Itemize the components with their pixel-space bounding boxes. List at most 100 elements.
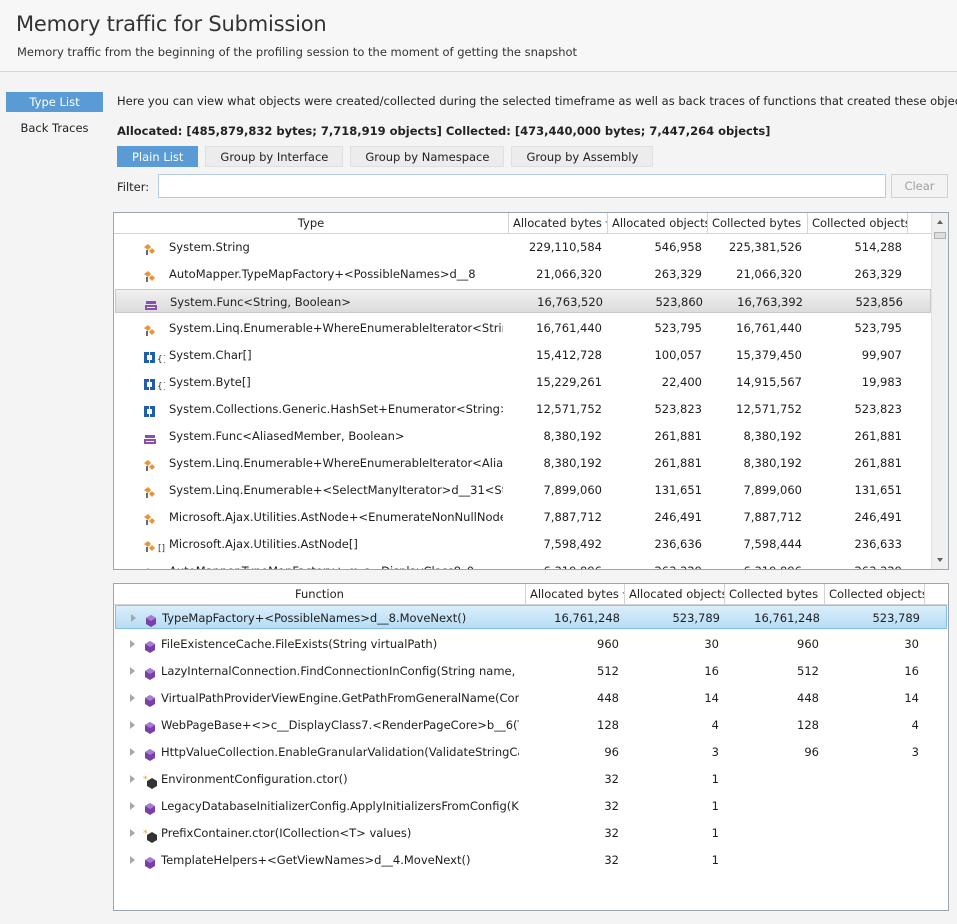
function-row[interactable]: HttpValueCollection.EnableGranularValida… bbox=[115, 740, 947, 764]
type-row[interactable]: System.Func<AliasedMember, Boolean> 8,380… bbox=[115, 424, 931, 448]
svg-text:{}: {} bbox=[157, 355, 165, 365]
type-grid-header: Type Allocated bytes Allocated objects C… bbox=[114, 213, 948, 234]
type-row[interactable]: {} System.Byte[] 15,229,261 22,400 14,915,56… bbox=[115, 370, 931, 394]
tab-group-by-assembly[interactable]: Group by Assembly bbox=[511, 146, 654, 167]
type-row[interactable]: System.String 229,110,584 546,958 225,381,5… bbox=[115, 235, 931, 259]
expand-arrow-icon[interactable] bbox=[130, 721, 135, 729]
type-row[interactable]: System.Linq.Enumerable+<SelectManyIterat… bbox=[115, 478, 931, 502]
type-ab-cell: 8,380,192 bbox=[543, 456, 602, 470]
type-name: Microsoft.Ajax.Utilities.AstNode[] bbox=[169, 537, 358, 551]
type-grid-scrollbar[interactable] bbox=[931, 213, 948, 569]
type-ab-cell: 6,319,896 bbox=[509, 559, 602, 569]
scroll-thumb[interactable] bbox=[934, 232, 946, 239]
function-cb-cell bbox=[725, 848, 819, 872]
function-cb-cell bbox=[725, 821, 819, 845]
column-header-allocated-bytes[interactable]: Allocated bytes bbox=[509, 213, 608, 234]
column-header-collected-bytes[interactable]: Collected bytes bbox=[708, 213, 808, 234]
function-row[interactable]: LazyInternalConnection.FindConnectionInC… bbox=[115, 659, 947, 683]
type-cb-cell: 15,379,450 bbox=[736, 348, 802, 362]
type-row[interactable]: {} System.Char[] 15,412,728 100,057 15,379,4… bbox=[115, 343, 931, 367]
class-icon bbox=[143, 268, 155, 282]
function-ab-cell: 960 bbox=[597, 637, 619, 651]
type-row[interactable]: System.Linq.Enumerable+WhereEnumerableIt… bbox=[115, 451, 931, 475]
type-name: AutoMapper.TypeMapFactory+<>c__DisplayCl… bbox=[169, 559, 503, 569]
function-row[interactable]: FileExistenceCache.FileExists(String vir… bbox=[115, 632, 947, 656]
function-row[interactable]: * PrefixContainer.ctor(ICollection<T> val… bbox=[115, 821, 947, 845]
column-header-allocated-bytes[interactable]: Allocated bytes bbox=[526, 584, 625, 605]
tab-group-by-namespace[interactable]: Group by Namespace bbox=[350, 146, 505, 167]
filter-label: Filter: bbox=[117, 180, 150, 194]
expand-arrow-icon[interactable] bbox=[130, 829, 135, 837]
method-icon bbox=[143, 638, 155, 653]
type-co-cell: 523,823 bbox=[854, 402, 902, 416]
function-ao-cell: 1 bbox=[711, 826, 719, 840]
view-sidebar: Type List Back Traces bbox=[0, 92, 104, 144]
function-ao-cell: 1 bbox=[711, 772, 719, 786]
expand-arrow-icon[interactable] bbox=[130, 748, 135, 756]
type-co-cell: 246,491 bbox=[854, 510, 902, 524]
type-co-cell: 236,633 bbox=[854, 537, 902, 551]
function-name: LazyInternalConnection.FindConnectionInC… bbox=[161, 664, 519, 678]
type-row[interactable]: System.Linq.Enumerable+WhereEnumerableIt… bbox=[115, 316, 931, 340]
function-row[interactable]: VirtualPathProviderViewEngine.GetPathFro… bbox=[115, 686, 947, 710]
function-row[interactable]: WebPageBase+<>c__DisplayClass7.<RenderPa… bbox=[115, 713, 947, 737]
info-text-line: Here you can view what objects were crea… bbox=[117, 94, 957, 110]
filter-input[interactable] bbox=[158, 174, 886, 198]
column-header-collected-objects[interactable]: Collected objects bbox=[808, 213, 908, 234]
type-name: System.Linq.Enumerable+<SelectManyIterat… bbox=[169, 483, 503, 497]
tab-plain-list[interactable]: Plain List bbox=[117, 146, 199, 167]
expand-arrow-icon[interactable] bbox=[130, 775, 135, 783]
type-name: System.Char[] bbox=[169, 348, 252, 362]
class-icon bbox=[143, 457, 155, 471]
function-row[interactable]: * EnvironmentConfiguration.ctor() 32 1 bbox=[115, 767, 947, 791]
column-header-collected-objects[interactable]: Collected objects bbox=[825, 584, 925, 605]
sidebar-item-type-list[interactable]: Type List bbox=[6, 92, 103, 112]
scroll-down-icon[interactable] bbox=[937, 558, 943, 562]
type-cb-cell: 7,598,444 bbox=[743, 537, 802, 551]
function-row[interactable]: TypeMapFactory+<PossibleNames>d__8.MoveN… bbox=[115, 605, 947, 629]
back-trace-grid[interactable]: Function Allocated bytes Allocated objec… bbox=[113, 583, 949, 911]
column-header-function[interactable]: Function bbox=[114, 584, 526, 605]
expand-arrow-icon[interactable] bbox=[131, 614, 136, 622]
clear-button[interactable]: Clear bbox=[891, 174, 948, 198]
function-row[interactable]: TemplateHelpers+<GetViewNames>d__4.MoveN… bbox=[115, 848, 947, 872]
expand-arrow-icon[interactable] bbox=[130, 640, 135, 648]
class-icon bbox=[143, 565, 155, 569]
column-header-allocated-objects[interactable]: Allocated objects bbox=[625, 584, 725, 605]
method-icon bbox=[143, 692, 155, 707]
column-header-collected-bytes[interactable]: Collected bytes bbox=[725, 584, 825, 605]
column-header-label: Allocated bytes bbox=[513, 216, 602, 230]
type-row[interactable]: [] Microsoft.Ajax.Utilities.AstNode[] 7,59… bbox=[115, 532, 931, 556]
struct-array-icon: {} bbox=[143, 349, 168, 365]
expand-arrow-icon[interactable] bbox=[130, 694, 135, 702]
type-name: Microsoft.Ajax.Utilities.AstNode+<Enumer… bbox=[169, 510, 503, 524]
scroll-up-icon[interactable] bbox=[937, 220, 943, 224]
function-co-cell: 14 bbox=[904, 691, 919, 705]
column-header-allocated-objects[interactable]: Allocated objects bbox=[608, 213, 708, 234]
type-row[interactable]: Microsoft.Ajax.Utilities.AstNode+<Enumer… bbox=[115, 505, 931, 529]
type-list-grid[interactable]: Type Allocated bytes Allocated objects C… bbox=[113, 212, 949, 570]
type-ao-cell: 263,329 bbox=[654, 267, 702, 281]
function-co-cell: 4 bbox=[911, 718, 919, 732]
sidebar-item-back-traces[interactable]: Back Traces bbox=[6, 118, 103, 138]
method-icon bbox=[143, 746, 155, 761]
type-row[interactable]: AutoMapper.TypeMapFactory+<>c__DisplayCl… bbox=[115, 559, 931, 569]
type-ao-cell: 263,329 bbox=[608, 559, 702, 569]
function-row[interactable]: LegacyDatabaseInitializerConfig.ApplyIni… bbox=[115, 794, 947, 818]
type-row[interactable]: System.Collections.Generic.HashSet+Enume… bbox=[115, 397, 931, 421]
svg-text:{}: {} bbox=[157, 382, 165, 392]
column-header-type[interactable]: Type bbox=[114, 213, 509, 234]
expand-arrow-icon[interactable] bbox=[130, 667, 135, 675]
function-co-cell bbox=[825, 794, 919, 818]
type-row[interactable]: System.Func<String, Boolean> 16,763,520 52… bbox=[115, 289, 931, 313]
type-name: System.Func<AliasedMember, Boolean> bbox=[169, 429, 405, 443]
column-header-label: Allocated bytes bbox=[530, 587, 619, 601]
tab-group-by-interface[interactable]: Group by Interface bbox=[205, 146, 344, 167]
expand-arrow-icon[interactable] bbox=[130, 856, 135, 864]
class-icon bbox=[143, 484, 155, 498]
type-ao-cell: 131,651 bbox=[654, 483, 702, 497]
function-co-cell: 3 bbox=[911, 745, 919, 759]
type-row[interactable]: AutoMapper.TypeMapFactory+<PossibleNames… bbox=[115, 262, 931, 286]
type-cb-cell: 16,761,440 bbox=[736, 321, 802, 335]
expand-arrow-icon[interactable] bbox=[130, 802, 135, 810]
